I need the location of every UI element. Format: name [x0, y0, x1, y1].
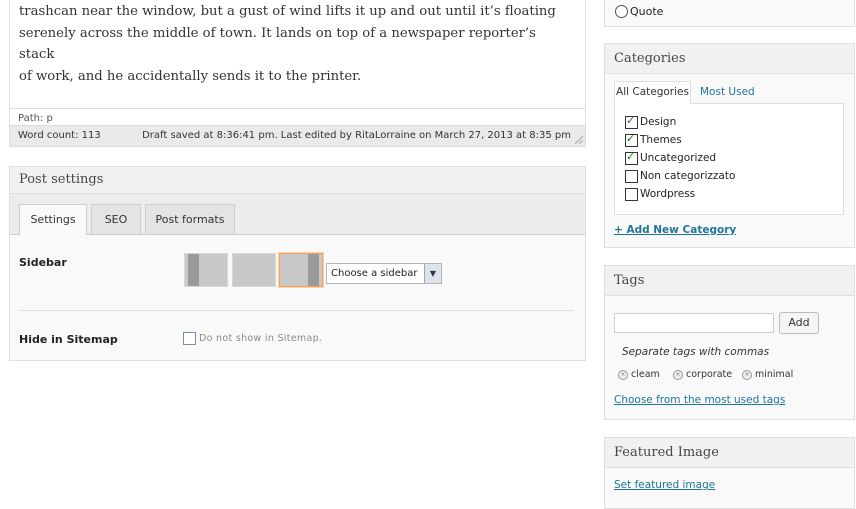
category-checkbox[interactable]: [625, 188, 638, 201]
quote-label: Quote: [630, 5, 664, 18]
category-checkbox[interactable]: ✓: [625, 150, 638, 165]
tag-input[interactable]: [614, 313, 774, 333]
sidebar-label: Sidebar: [19, 256, 67, 269]
checkmark-icon: ✓: [626, 132, 636, 145]
tag-chip: × minimal: [742, 369, 793, 380]
choose-most-used-tags-link[interactable]: Choose from the most used tags: [614, 394, 785, 406]
category-label: Uncategorized: [640, 152, 717, 164]
set-featured-image-link[interactable]: Set featured image: [614, 479, 715, 491]
featured-image-box: Featured Image Set featured image: [604, 437, 855, 509]
tab-most-used[interactable]: Most Used: [700, 82, 755, 103]
editor-line[interactable]: of work, and he accidentally sends it to…: [19, 66, 559, 88]
hide-sitemap-label: Hide in Sitemap: [19, 333, 118, 346]
editor-path: Path: p: [18, 113, 53, 124]
resize-grip-icon[interactable]: [575, 136, 583, 144]
category-label: Non categorizzato: [640, 170, 736, 182]
tag-chip: × corporate: [673, 369, 732, 380]
tab-settings[interactable]: Settings: [19, 204, 87, 235]
category-checkbox[interactable]: ✓: [625, 114, 638, 129]
checkmark-icon: ✓: [626, 114, 636, 127]
post-settings-box: Post settings Settings SEO Post formats …: [9, 166, 586, 361]
editor-line[interactable]: trashcan near the window, but a gust of …: [19, 1, 559, 23]
post-editor: trashcan near the window, but a gust of …: [9, 0, 586, 147]
category-label: Themes: [640, 134, 682, 146]
tab-post-formats[interactable]: Post formats: [145, 204, 235, 234]
category-list: ✓ Design ✓ Themes ✓ Uncategorized Non ca…: [614, 103, 844, 215]
remove-tag-icon[interactable]: ×: [673, 369, 683, 380]
layout-left-sidebar[interactable]: [184, 253, 228, 287]
word-count: Word count: 113: [18, 130, 101, 141]
featured-image-title: Featured Image: [605, 438, 854, 468]
format-box: Quote: [604, 0, 855, 27]
post-settings-title: Post settings: [10, 167, 585, 194]
tag-label: cleam: [631, 369, 660, 380]
tags-box: Tags Add Separate tags with commas × clea…: [604, 265, 855, 420]
editor-status-bar: Word count: 113 Draft saved at 8:36:41 p…: [10, 125, 585, 146]
divider: [19, 310, 574, 311]
quote-radio[interactable]: [615, 5, 628, 18]
tag-hint: Separate tags with commas: [622, 346, 770, 358]
categories-title: Categories: [605, 44, 854, 74]
category-checkbox[interactable]: ✓: [625, 132, 638, 147]
sidebar-select[interactable]: Choose a sidebar ▼: [326, 263, 442, 284]
tags-title: Tags: [605, 266, 854, 296]
checkmark-icon: ✓: [626, 150, 636, 163]
add-tag-button[interactable]: Add: [779, 312, 819, 334]
draft-status: Draft saved at 8:36:41 pm. Last edited b…: [142, 130, 571, 141]
chevron-down-icon[interactable]: ▼: [424, 264, 441, 283]
add-new-category-link[interactable]: + Add New Category: [614, 224, 736, 236]
hide-sitemap-note: Do not show in Sitemap.: [199, 333, 323, 344]
editor-line[interactable]: serenely across the middle of town. It l…: [19, 23, 559, 66]
categories-box: Categories All Categories Most Used ✓ De…: [604, 43, 855, 248]
hide-sitemap-checkbox[interactable]: [183, 332, 196, 345]
post-settings-tabbar: Settings SEO Post formats: [10, 194, 585, 235]
editor-path-bar: Path: p: [10, 108, 585, 126]
layout-right-sidebar[interactable]: [279, 253, 323, 287]
tab-seo[interactable]: SEO: [91, 204, 141, 234]
category-label: Wordpress: [640, 188, 696, 200]
layout-no-sidebar[interactable]: [232, 253, 276, 287]
category-label: Design: [640, 116, 677, 128]
tag-label: minimal: [755, 369, 794, 380]
sidebar-select-value: Choose a sidebar: [331, 268, 418, 279]
tag-label: corporate: [686, 369, 733, 380]
tab-all-categories[interactable]: All Categories: [614, 81, 691, 104]
tag-chip: × cleam: [618, 369, 660, 380]
editor-content[interactable]: trashcan near the window, but a gust of …: [19, 1, 559, 87]
remove-tag-icon[interactable]: ×: [618, 369, 628, 380]
category-checkbox[interactable]: [625, 170, 638, 183]
remove-tag-icon[interactable]: ×: [742, 369, 752, 380]
